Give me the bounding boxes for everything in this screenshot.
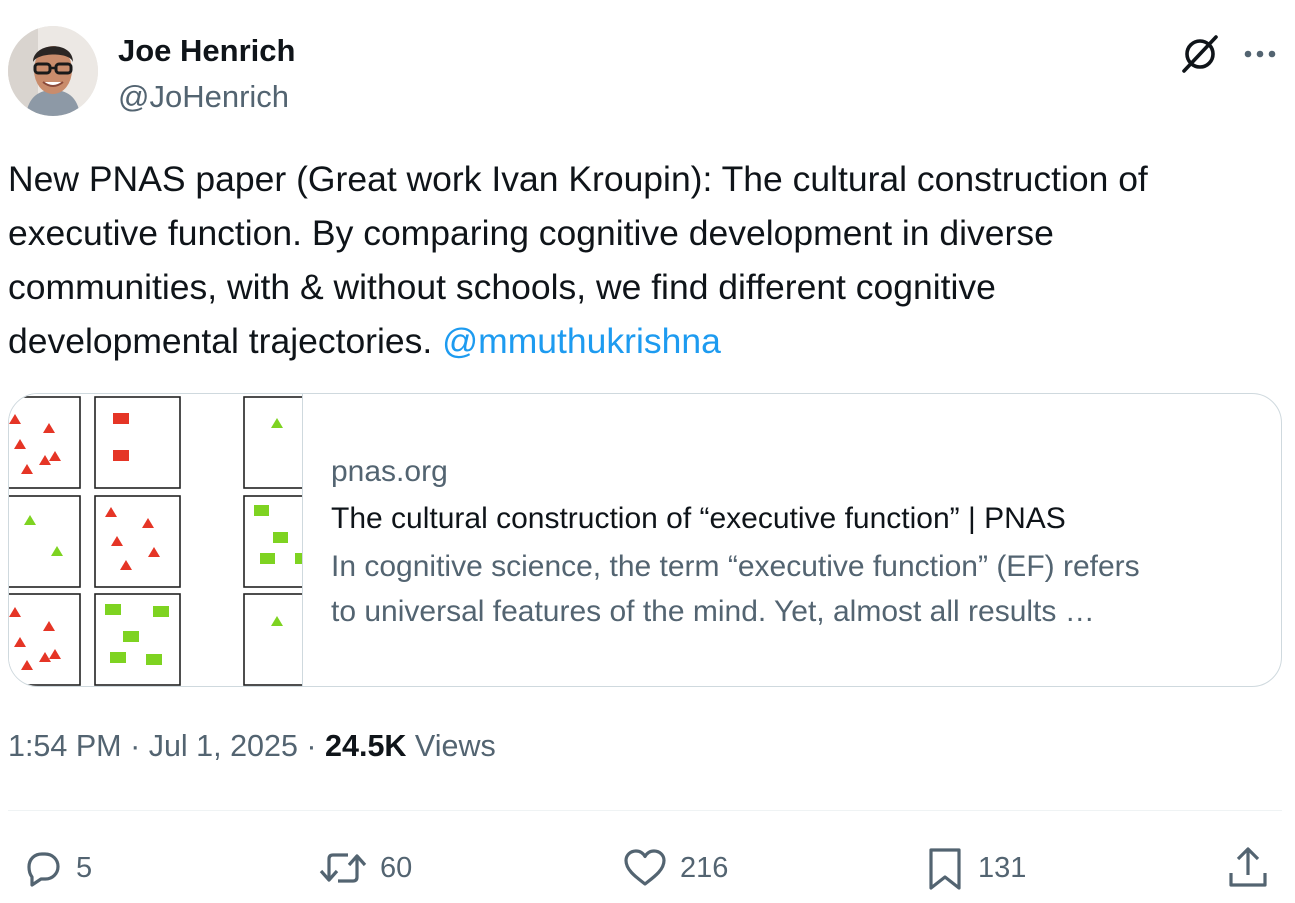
- meta-separator: ·: [121, 729, 149, 763]
- link-card[interactable]: pnas.org The cultural construction of “e…: [8, 393, 1282, 687]
- more-icon: [1244, 50, 1276, 58]
- tweet-text-line: executive function. By comparing cogniti…: [8, 213, 1054, 253]
- author-handle[interactable]: @JoHenrich: [118, 79, 289, 115]
- repost-icon: [319, 853, 367, 883]
- views-label: Views: [406, 729, 496, 763]
- stimulus-grid-image: [9, 396, 302, 686]
- mention-link[interactable]: @mmuthukrishna: [442, 321, 721, 361]
- card-thumbnail: [9, 394, 303, 686]
- card-description-line: to universal features of the mind. Yet, …: [331, 595, 1095, 628]
- tweet-time[interactable]: 1:54 PM: [8, 729, 122, 763]
- card-description-line: In cognitive science, the term “executiv…: [331, 550, 1140, 583]
- tweet-meta: 1:54 PM · Jul 1, 2025 · 24.5K Views: [8, 729, 496, 764]
- share-icon: [1229, 847, 1267, 887]
- share-button[interactable]: [1226, 838, 1270, 898]
- avatar-photo: [8, 26, 98, 116]
- reply-icon: [27, 852, 60, 887]
- card-description: In cognitive science, the term “executiv…: [331, 544, 1261, 634]
- repost-button[interactable]: 60: [318, 838, 412, 898]
- tweet-header: Joe Henrich @JoHenrich: [8, 26, 1287, 122]
- tweet-text: New PNAS paper (Great work Ivan Kroupin)…: [8, 152, 1268, 368]
- meta-separator: ·: [297, 729, 326, 763]
- bookmark-button[interactable]: 131: [924, 838, 1026, 898]
- repost-count: 60: [380, 851, 413, 884]
- reply-count: 5: [76, 851, 93, 884]
- tweet-date[interactable]: Jul 1, 2025: [149, 729, 298, 763]
- tweet-text-line: developmental trajectories.: [8, 321, 443, 361]
- action-bar: 5 60 216 131: [0, 838, 1295, 898]
- like-count: 216: [680, 851, 729, 884]
- author-name[interactable]: Joe Henrich: [118, 33, 295, 69]
- tweet-text-last-line: developmental trajectories. @mmuthukrish…: [8, 314, 1268, 368]
- card-title: The cultural construction of “executive …: [331, 502, 1066, 535]
- avatar[interactable]: [8, 26, 98, 116]
- more-button[interactable]: [1236, 30, 1284, 78]
- divider: [8, 810, 1282, 811]
- tweet-text-line: New PNAS paper (Great work Ivan Kroupin)…: [8, 159, 1148, 199]
- grok-icon: [1182, 35, 1218, 73]
- views-count: 24.5K: [325, 729, 407, 763]
- reply-button[interactable]: 5: [20, 838, 92, 898]
- bookmark-icon: [929, 848, 961, 890]
- bookmark-count: 131: [978, 851, 1027, 884]
- like-button[interactable]: 216: [622, 838, 728, 898]
- grok-button[interactable]: [1176, 30, 1224, 78]
- heart-icon: [624, 849, 666, 886]
- tweet-text-line: communities, with & without schools, we …: [8, 267, 996, 307]
- card-domain: pnas.org: [331, 455, 448, 488]
- card-body: pnas.org The cultural construction of “e…: [331, 452, 1261, 634]
